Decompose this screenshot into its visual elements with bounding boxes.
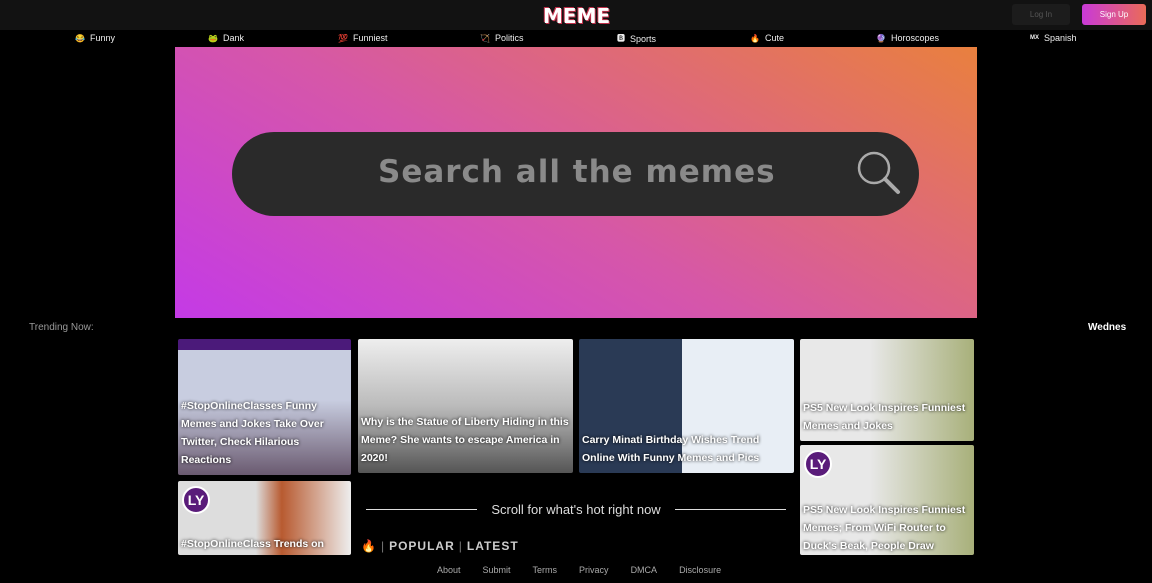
card-title[interactable]: Why is the Statue of Liberty Hiding in t… [361,413,569,467]
publisher-badge: LY [182,486,210,514]
category-nav: 😂 Funny 🐸 Dank 💯 Funniest 🏹 Politics 🅱 Sports… [0,31,1152,47]
meme-card[interactable]: LY PS5 New Look Inspires Funniest Memes; … [800,445,974,555]
laughing-icon: 😂 [75,33,85,43]
mx-flag-icon: MX [1030,35,1039,41]
nav-spanish[interactable]: MX Spanish [1030,33,1077,43]
meme-card[interactable]: Carry Minati Birthday Wishes Trend Onlin… [579,339,794,473]
nav-label: Dank [222,33,244,43]
tab-popular[interactable]: POPULAR [389,539,455,553]
footer-about[interactable]: About [437,565,461,575]
fire-icon[interactable]: 🔥 [361,539,377,553]
nav-funny[interactable]: 😂 Funny [75,33,115,43]
scroll-text: Scroll for what's hot right now [491,502,661,517]
signup-button[interactable]: Sign Up [1082,4,1146,25]
publisher-badge: LY [804,450,832,478]
scroll-hint: Scroll for what's hot right now [366,502,787,517]
nav-label: Spanish [1044,33,1077,43]
card-title[interactable]: PS5 New Look Inspires Funniest Memes; Fr… [803,501,970,555]
footer: About Submit Terms Privacy DMCA Disclosu… [437,565,721,575]
meme-card[interactable]: LY #StopOnlineClass Trends on [178,481,351,555]
nav-label: Funny [89,33,115,43]
card-title[interactable]: Carry Minati Birthday Wishes Trend Onlin… [582,431,790,467]
nav-label: Funniest [352,33,388,43]
meme-card[interactable]: Why is the Statue of Liberty Hiding in t… [358,339,573,473]
card-title[interactable]: #StopOnlineClasses Funny Memes and Jokes… [181,397,347,469]
card-title[interactable]: PS5 New Look Inspires Funniest Memes and… [803,399,970,435]
search-input[interactable]: Search all the memes [232,132,919,216]
footer-submit[interactable]: Submit [483,565,511,575]
date-ticker: Wednes [1088,322,1127,333]
nav-funniest[interactable]: 💯 Funniest [338,33,388,43]
footer-terms[interactable]: Terms [533,565,558,575]
nav-horoscopes[interactable]: 🔮 Horoscopes [876,33,939,43]
trending-label: Trending Now: [29,322,94,333]
bow-icon: 🏹 [480,33,490,43]
header: MEME Log In Sign Up [0,0,1152,30]
nav-label: Horoscopes [890,33,939,43]
divider [366,509,478,510]
tab-latest[interactable]: LATEST [467,539,519,553]
search-placeholder: Search all the memes [378,154,776,190]
meme-card[interactable]: PS5 New Look Inspires Funniest Memes and… [800,339,974,441]
crystal-ball-icon: 🔮 [876,33,886,43]
frog-icon: 🐸 [208,33,218,43]
search-icon[interactable] [854,149,902,197]
footer-privacy[interactable]: Privacy [579,565,609,575]
nav-label: Cute [764,33,784,43]
nav-cute[interactable]: 🔥 Cute [750,33,784,43]
nav-politics[interactable]: 🏹 Politics [480,33,523,43]
logo[interactable]: MEME [543,4,610,28]
nav-label: Sports [630,33,657,44]
hundred-icon: 💯 [338,33,348,43]
hero-banner: Search all the memes [175,47,977,318]
divider [674,509,787,510]
footer-disclosure[interactable]: Disclosure [679,565,721,575]
nav-sports[interactable]: 🅱 Sports [617,33,656,44]
nav-dank[interactable]: 🐸 Dank [208,33,244,43]
login-button[interactable]: Log In [1012,4,1070,25]
b-icon: 🅱 [617,34,625,43]
feed-tabs: 🔥 | POPULAR | LATEST [361,539,519,553]
card-title[interactable]: #StopOnlineClass Trends on [181,535,347,553]
fire-icon: 🔥 [750,33,760,43]
nav-label: Politics [494,33,524,43]
footer-dmca[interactable]: DMCA [631,565,658,575]
meme-card[interactable]: #StopOnlineClasses Funny Memes and Jokes… [178,339,351,475]
